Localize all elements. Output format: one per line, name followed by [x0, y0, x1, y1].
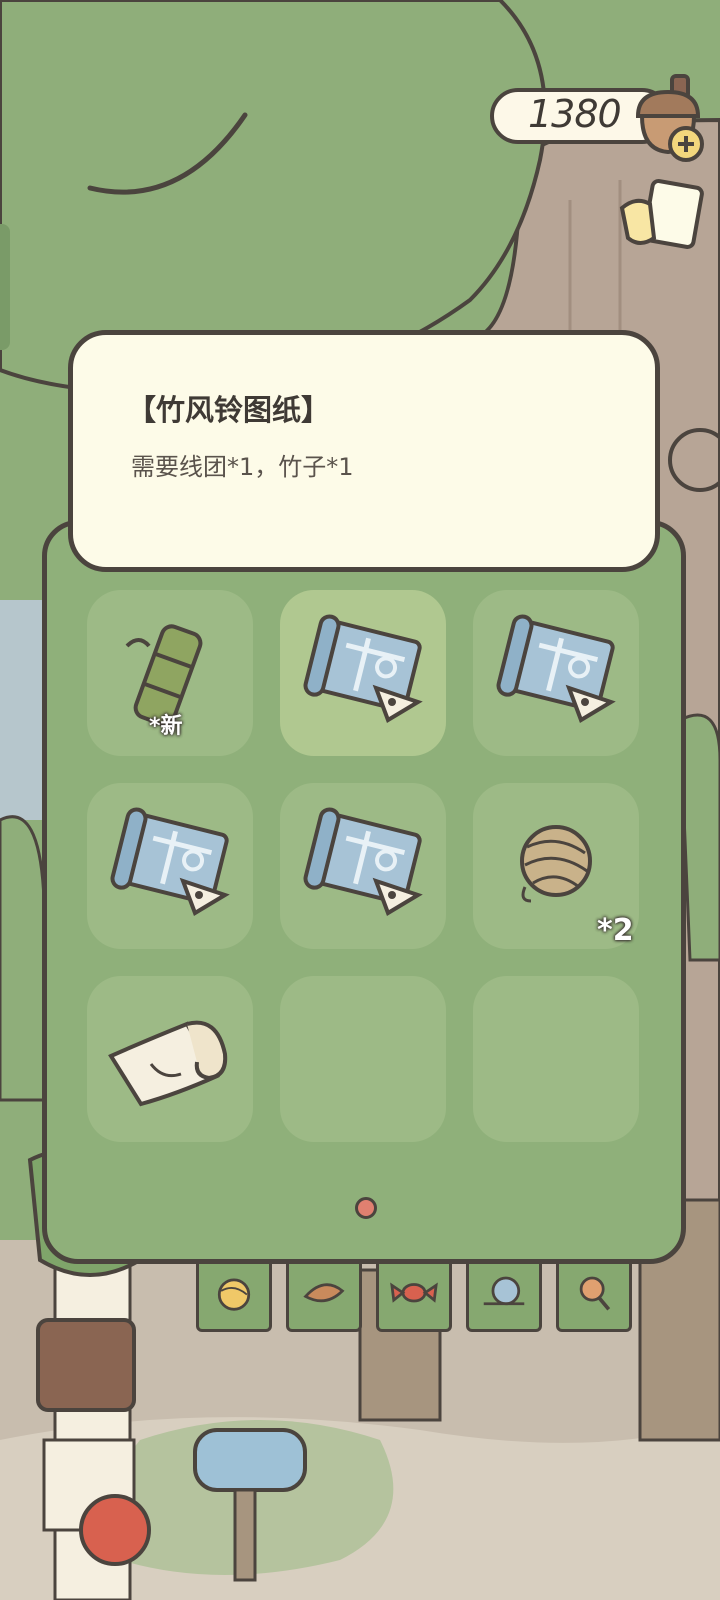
plus-icon[interactable] [668, 126, 704, 162]
tab-candy[interactable] [376, 1262, 452, 1332]
blueprint-icon [496, 614, 616, 723]
item-title: 【竹风铃图纸】 [127, 393, 331, 427]
scroll-paper-icon [108, 1020, 228, 1107]
tab-yarn[interactable] [196, 1262, 272, 1332]
side-drawer-tab[interactable] [0, 224, 10, 350]
tab-search[interactable] [556, 1262, 632, 1332]
new-item-tag: *新 [149, 714, 183, 739]
blueprint-icon [303, 614, 423, 723]
inventory-slot-5[interactable] [280, 783, 446, 949]
acorn-icon[interactable] [628, 72, 708, 168]
note-icon[interactable] [616, 178, 704, 262]
item-requirements: 需要线团*1，竹子*1 [131, 453, 354, 481]
inventory-slot-8[interactable] [280, 976, 446, 1142]
page-indicator-dot [355, 1197, 377, 1219]
inventory-slot-6[interactable]: *2 [473, 783, 639, 949]
inventory-slot-2[interactable] [280, 590, 446, 756]
item-count: *2 [597, 913, 634, 948]
yarn-icon [217, 1278, 251, 1311]
inventory-slot-9[interactable] [473, 976, 639, 1142]
tab-snail[interactable] [466, 1262, 542, 1332]
snail-icon [483, 1276, 525, 1306]
inventory-slot-4[interactable] [87, 783, 253, 949]
leaf-icon [303, 1283, 345, 1303]
inventory-slot-1[interactable]: *新 [87, 590, 253, 756]
blueprint-icon [110, 807, 230, 916]
item-info-card: 【竹风铃图纸】 需要线团*1，竹子*1 [68, 330, 660, 572]
inventory-slot-3[interactable] [473, 590, 639, 756]
tab-leaf[interactable] [286, 1262, 362, 1332]
magnifier-icon [579, 1276, 611, 1311]
acorn-count: 1380 [528, 92, 622, 136]
inventory-panel: *新 *2 [42, 520, 686, 1264]
candy-icon [390, 1282, 438, 1303]
blueprint-icon [303, 807, 423, 916]
inventory-slot-7[interactable] [87, 976, 253, 1142]
